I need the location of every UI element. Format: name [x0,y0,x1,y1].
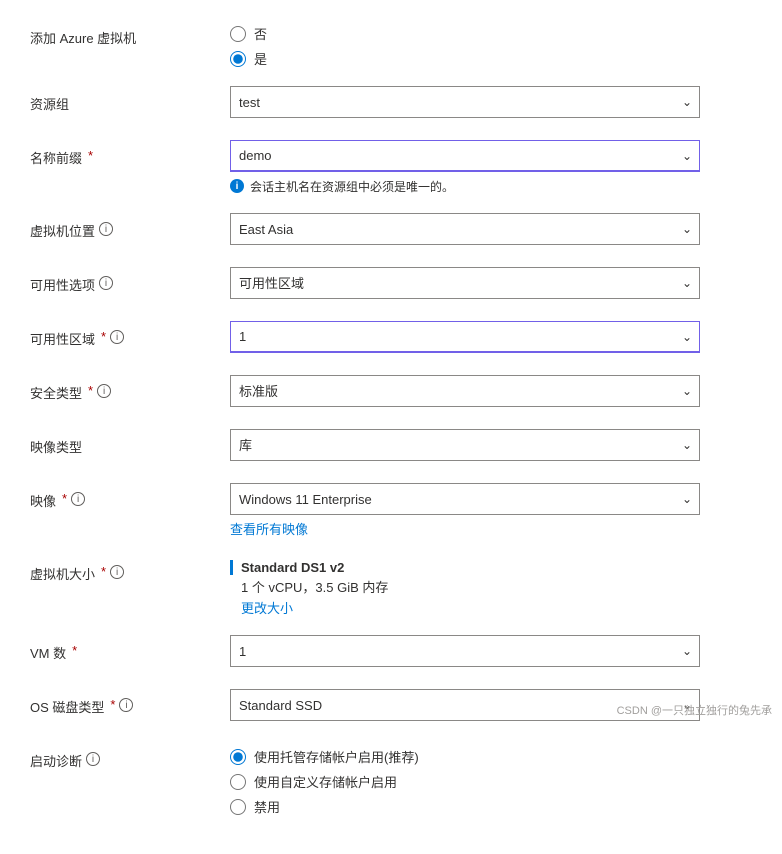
vm-size-label: 虚拟机大小 * i [30,556,230,583]
vm-location-select[interactable]: East Asia [230,213,700,245]
os-disk-type-info-icon[interactable]: i [119,698,133,712]
security-type-select-wrapper: 标准版 ⌄ [230,375,700,407]
security-type-info-icon[interactable]: i [97,384,111,398]
availability-zone-select[interactable]: 1 [230,321,700,353]
availability-option-row: 可用性选项 i 可用性区域 ⌄ [30,267,752,303]
availability-zone-control: 1 ⌄ [230,321,700,353]
vm-location-label: 虚拟机位置 i [30,213,230,240]
availability-zone-row: 可用性区域 * i 1 ⌄ [30,321,752,357]
add-azure-vm-control: 否 是 [230,20,700,68]
resource-group-select[interactable]: test [230,86,700,118]
boot-diagnostics-control: 使用托管存储帐户启用(推荐) 使用自定义存储帐户启用 禁用 [230,743,700,816]
security-type-row: 安全类型 * i 标准版 ⌄ [30,375,752,411]
availability-option-select[interactable]: 可用性区域 [230,267,700,299]
boot-diagnostics-row: 启动诊断 i 使用托管存储帐户启用(推荐) 使用自定义存储帐户启用 禁用 [30,743,752,816]
image-info-icon[interactable]: i [71,492,85,506]
image-type-select-wrapper: 库 ⌄ [230,429,700,461]
change-size-link[interactable]: 更改大小 [230,598,700,617]
vm-count-select[interactable]: 1 [230,635,700,667]
image-type-row: 映像类型 库 ⌄ [30,429,752,465]
availability-option-info-icon[interactable]: i [99,276,113,290]
radio-yes-label: 是 [254,49,267,68]
name-prefix-select[interactable]: demo [230,140,700,172]
security-type-select[interactable]: 标准版 [230,375,700,407]
name-prefix-control: demo ⌄ i 会话主机名在资源组中必须是唯一的。 [230,140,700,195]
vm-size-detail: 1 个 vCPU，3.5 GiB 内存 [230,577,700,596]
boot-diagnostics-managed-label: 使用托管存储帐户启用(推荐) [254,747,419,766]
vm-count-required: * [72,643,77,658]
vm-size-required: * [101,564,106,579]
add-azure-vm-radio-group: 否 是 [230,20,700,68]
name-prefix-info-circle: i [230,179,244,193]
os-disk-type-label: OS 磁盘类型 * i [30,689,230,716]
resource-group-select-wrapper: test ⌄ [230,86,700,118]
availability-zone-select-wrapper: 1 ⌄ [230,321,700,353]
name-prefix-required: * [88,148,93,163]
os-disk-type-required: * [110,697,115,712]
radio-no-input[interactable] [230,26,246,42]
view-all-images-link[interactable]: 查看所有映像 [230,522,308,537]
boot-diagnostics-info-icon[interactable]: i [86,752,100,766]
availability-zone-required: * [101,329,106,344]
image-type-select[interactable]: 库 [230,429,700,461]
boot-diagnostics-disabled-input[interactable] [230,799,246,815]
security-type-control: 标准版 ⌄ [230,375,700,407]
availability-option-label: 可用性选项 i [30,267,230,294]
boot-diagnostics-disabled-label: 禁用 [254,797,280,816]
availability-zone-label: 可用性区域 * i [30,321,230,348]
vm-size-control: Standard DS1 v2 1 个 vCPU，3.5 GiB 内存 更改大小 [230,556,700,617]
image-type-control: 库 ⌄ [230,429,700,461]
image-type-label: 映像类型 [30,429,230,456]
vm-location-row: 虚拟机位置 i East Asia ⌄ [30,213,752,249]
add-azure-vm-label: 添加 Azure 虚拟机 [30,20,230,47]
vm-count-label: VM 数 * [30,635,230,662]
name-prefix-select-wrapper: demo ⌄ [230,140,700,172]
resource-group-control: test ⌄ [230,86,700,118]
resource-group-row: 资源组 test ⌄ [30,86,752,122]
vm-location-select-wrapper: East Asia ⌄ [230,213,700,245]
boot-diagnostics-radio-group: 使用托管存储帐户启用(推荐) 使用自定义存储帐户启用 禁用 [230,743,700,816]
vm-count-control: 1 ⌄ [230,635,700,667]
availability-option-select-wrapper: 可用性区域 ⌄ [230,267,700,299]
watermark: CSDN @一只独立独行的兔先承 [617,702,772,718]
image-select-wrapper: Windows 11 Enterprise ⌄ [230,483,700,515]
radio-yes[interactable]: 是 [230,49,700,68]
add-azure-vm-row: 添加 Azure 虚拟机 否 是 [30,20,752,68]
boot-diagnostics-managed[interactable]: 使用托管存储帐户启用(推荐) [230,747,700,766]
name-prefix-row: 名称前缀 * demo ⌄ i 会话主机名在资源组中必须是唯一的。 [30,140,752,195]
radio-yes-input[interactable] [230,51,246,67]
vm-size-info-icon[interactable]: i [110,565,124,579]
image-row: 映像 * i Windows 11 Enterprise ⌄ 查看所有映像 [30,483,752,538]
vm-size-name: Standard DS1 v2 [230,560,700,575]
availability-option-control: 可用性区域 ⌄ [230,267,700,299]
image-label: 映像 * i [30,483,230,510]
name-prefix-label: 名称前缀 * [30,140,230,167]
security-type-label: 安全类型 * i [30,375,230,402]
vm-location-info-icon[interactable]: i [99,222,113,236]
boot-diagnostics-managed-input[interactable] [230,749,246,765]
boot-diagnostics-custom-input[interactable] [230,774,246,790]
image-select[interactable]: Windows 11 Enterprise [230,483,700,515]
vm-location-control: East Asia ⌄ [230,213,700,245]
boot-diagnostics-label: 启动诊断 i [30,743,230,770]
resource-group-label: 资源组 [30,86,230,113]
boot-diagnostics-custom-label: 使用自定义存储帐户启用 [254,772,397,791]
image-control: Windows 11 Enterprise ⌄ 查看所有映像 [230,483,700,538]
radio-no[interactable]: 否 [230,24,700,43]
name-prefix-note: i 会话主机名在资源组中必须是唯一的。 [230,178,700,195]
security-type-required: * [88,383,93,398]
vm-count-select-wrapper: 1 ⌄ [230,635,700,667]
availability-zone-info-icon[interactable]: i [110,330,124,344]
vm-size-row: 虚拟机大小 * i Standard DS1 v2 1 个 vCPU，3.5 G… [30,556,752,617]
boot-diagnostics-custom[interactable]: 使用自定义存储帐户启用 [230,772,700,791]
vm-count-row: VM 数 * 1 ⌄ [30,635,752,671]
boot-diagnostics-disabled[interactable]: 禁用 [230,797,700,816]
image-required: * [62,491,67,506]
radio-no-label: 否 [254,24,267,43]
